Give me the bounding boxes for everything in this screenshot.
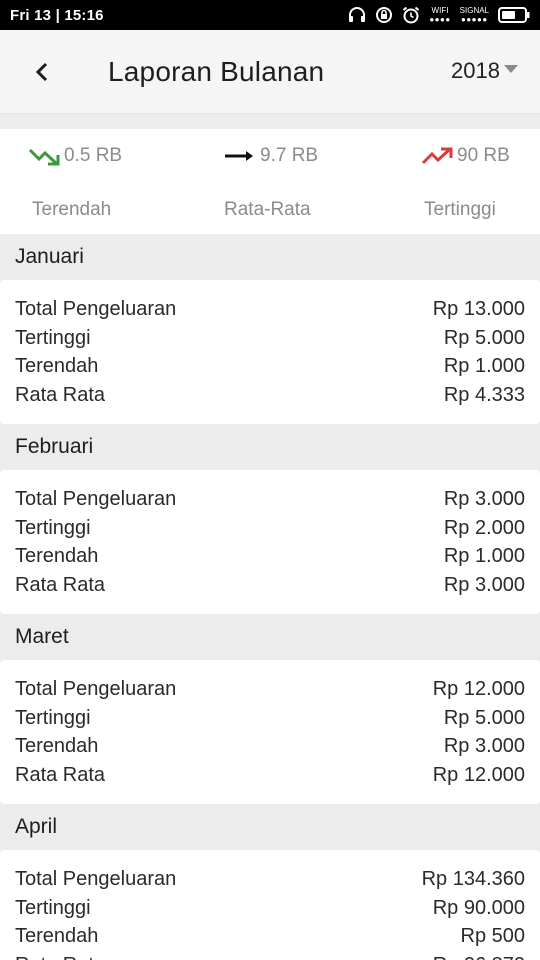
page-title: Laporan Bulanan: [108, 56, 325, 87]
summary-high-value: 90 RB: [457, 145, 510, 166]
list-item: Terendah Rp 500: [15, 922, 525, 951]
list-item: Terendah Rp 3.000: [15, 732, 525, 761]
list-item: Terendah Rp 1.000: [15, 542, 525, 571]
signal-indicator: SIGNAL ●●●●●: [460, 6, 489, 24]
row-value: Rp 13.000: [432, 298, 525, 320]
row-label: Rata Rata: [15, 573, 106, 596]
summary-low-value: 0.5 RB: [64, 145, 123, 166]
row-label: Total Pengeluaran: [15, 298, 177, 320]
row-label: Terendah: [15, 545, 99, 567]
list-item: Total Pengeluaran Rp 13.000: [15, 295, 525, 324]
row-label: Total Pengeluaran: [15, 678, 177, 700]
row-value: Rp 3.000: [443, 488, 525, 510]
list-item: Tertinggi Rp 5.000: [15, 324, 525, 353]
summary-avg-label: Rata-Rata: [224, 199, 311, 220]
month-header-februari: Februari: [0, 424, 540, 470]
list-item: Rata Rata Rp 26.872: [15, 951, 525, 960]
row-value: Rp 5.000: [443, 706, 525, 729]
back-button[interactable]: [26, 56, 58, 88]
list-item: Tertinggi Rp 5.000: [15, 704, 525, 733]
row-value: Rp 134.360: [421, 868, 525, 890]
month-card-januari[interactable]: Total Pengeluaran Rp 13.000 Tertinggi Rp 5…: [0, 280, 540, 424]
back-arrow-icon: [35, 62, 48, 82]
row-label: Total Pengeluaran: [15, 488, 177, 510]
wifi-label: WIFI: [431, 6, 449, 15]
list-item: Rata Rata Rp 3.000: [15, 571, 525, 600]
list-item: Terendah Rp 1.000: [15, 352, 525, 381]
summary-panel: 0.5 RB Terendah 9.7 RB Rata-Rata 90 RB T…: [0, 129, 540, 234]
month-header-januari: Januari: [0, 234, 540, 280]
row-value: Rp 90.000: [432, 896, 525, 919]
alarm-icon: [402, 6, 420, 24]
arrow-right-icon: [225, 151, 253, 161]
row-label: Tertinggi: [15, 326, 91, 349]
month-header-april: April: [0, 804, 540, 850]
headset-icon: [348, 7, 366, 23]
row-label: Rata Rata: [15, 951, 105, 960]
month-card-februari[interactable]: Total Pengeluaran Rp 3.000 Tertinggi Rp 2.…: [0, 470, 540, 614]
list-item: Tertinggi Rp 90.000: [15, 894, 525, 923]
monthly-list: Januari Total Pengeluaran Rp 13.000 Terti…: [0, 234, 540, 960]
row-value: Rp 2.000: [443, 516, 525, 539]
wifi-indicator: WIFI ●●●●: [429, 6, 450, 24]
rotation-lock-icon: [375, 6, 393, 24]
summary-avg-value: 9.7 RB: [260, 145, 319, 166]
row-label: Total Pengeluaran: [15, 868, 177, 890]
summary-low-label: Terendah: [32, 199, 112, 220]
list-item: Rata Rata Rp 4.333: [15, 381, 525, 410]
row-label: Tertinggi: [15, 516, 91, 539]
row-value: Rp 500: [460, 925, 526, 947]
year-dropdown[interactable]: 2018: [451, 58, 518, 84]
row-label: Terendah: [15, 735, 99, 757]
battery-icon: [498, 7, 530, 23]
row-label: Rata Rata: [15, 383, 106, 406]
month-card-april[interactable]: Total Pengeluaran Rp 134.360 Tertinggi Rp …: [0, 850, 540, 960]
month-card-maret[interactable]: Total Pengeluaran Rp 12.000 Tertinggi Rp 5…: [0, 660, 540, 804]
trend-up-icon: [421, 147, 453, 165]
summary-high-label: Tertinggi: [424, 199, 496, 220]
row-label: Terendah: [15, 925, 99, 947]
month-header-maret: Maret: [0, 614, 540, 660]
row-label: Rata Rata: [15, 763, 106, 786]
row-value: Rp 12.000: [432, 763, 525, 786]
list-item: Tertinggi Rp 2.000: [15, 514, 525, 543]
list-item: Total Pengeluaran Rp 12.000: [15, 675, 525, 704]
row-value: Rp 26.872: [433, 951, 525, 960]
summary-low: 0.5 RB Terendah: [0, 129, 180, 234]
summary-high: 90 RB Tertinggi: [360, 129, 540, 234]
row-value: Rp 1.000: [443, 355, 525, 377]
row-value: Rp 4.333: [443, 383, 525, 406]
status-bar: Fri 13 | 15:16 WIFI ●●●● SIGNAL ●●●●●: [0, 0, 540, 30]
signal-dots-icon: ●●●●●: [460, 15, 488, 24]
list-item: Total Pengeluaran Rp 3.000: [15, 485, 525, 514]
year-value: 2018: [451, 58, 500, 83]
row-value: Rp 3.000: [443, 573, 525, 596]
status-icons: WIFI ●●●● SIGNAL ●●●●●: [348, 6, 530, 24]
row-label: Tertinggi: [15, 706, 91, 729]
signal-label: SIGNAL: [459, 6, 489, 15]
trend-down-icon: [28, 148, 60, 166]
list-item: Total Pengeluaran Rp 134.360: [15, 865, 525, 894]
row-value: Rp 12.000: [432, 678, 525, 700]
row-value: Rp 5.000: [443, 326, 525, 349]
chevron-down-icon: [504, 65, 518, 73]
row-label: Terendah: [15, 355, 99, 377]
wifi-dots-icon: ●●●●: [429, 15, 451, 24]
status-time: Fri 13 | 15:16: [10, 6, 104, 24]
row-value: Rp 3.000: [443, 735, 525, 757]
row-value: Rp 1.000: [443, 545, 525, 567]
summary-avg: 9.7 RB Rata-Rata: [180, 129, 360, 234]
row-label: Tertinggi: [15, 896, 91, 919]
app-bar: Laporan Bulanan 2018: [0, 30, 540, 114]
list-item: Rata Rata Rp 12.000: [15, 761, 525, 790]
